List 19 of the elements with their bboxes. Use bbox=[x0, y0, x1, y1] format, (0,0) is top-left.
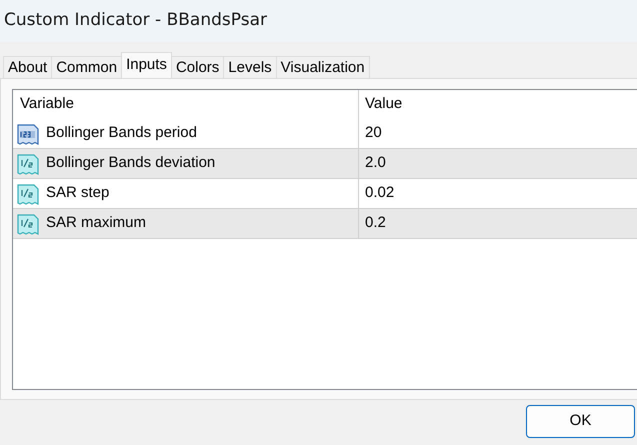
variable-name: Bollinger Bands deviation bbox=[46, 153, 216, 174]
fraction-icon bbox=[16, 182, 40, 206]
value-cell[interactable]: 0.02 bbox=[365, 182, 394, 205]
number-icon bbox=[16, 122, 40, 146]
variable-name: Bollinger Bands period bbox=[46, 123, 197, 144]
variable-name: SAR step bbox=[46, 183, 110, 204]
variable-name: SAR maximum bbox=[46, 213, 146, 234]
tab[interactable]: Inputs bbox=[121, 52, 172, 78]
value-cell[interactable]: 2.0 bbox=[365, 152, 386, 175]
tab[interactable]: Visualization bbox=[276, 56, 370, 78]
column-header: Value bbox=[358, 90, 637, 119]
window-title: Custom Indicator - BBandsPsar bbox=[4, 9, 267, 32]
fraction-icon bbox=[16, 212, 40, 236]
value-cell[interactable]: 0.2 bbox=[365, 212, 386, 235]
ok-button[interactable]: OK bbox=[526, 405, 635, 438]
column-header: Variable bbox=[19, 94, 75, 114]
value-cell[interactable]: 20 bbox=[365, 122, 382, 145]
tab[interactable]: About bbox=[3, 56, 52, 78]
fraction-icon bbox=[16, 152, 40, 176]
